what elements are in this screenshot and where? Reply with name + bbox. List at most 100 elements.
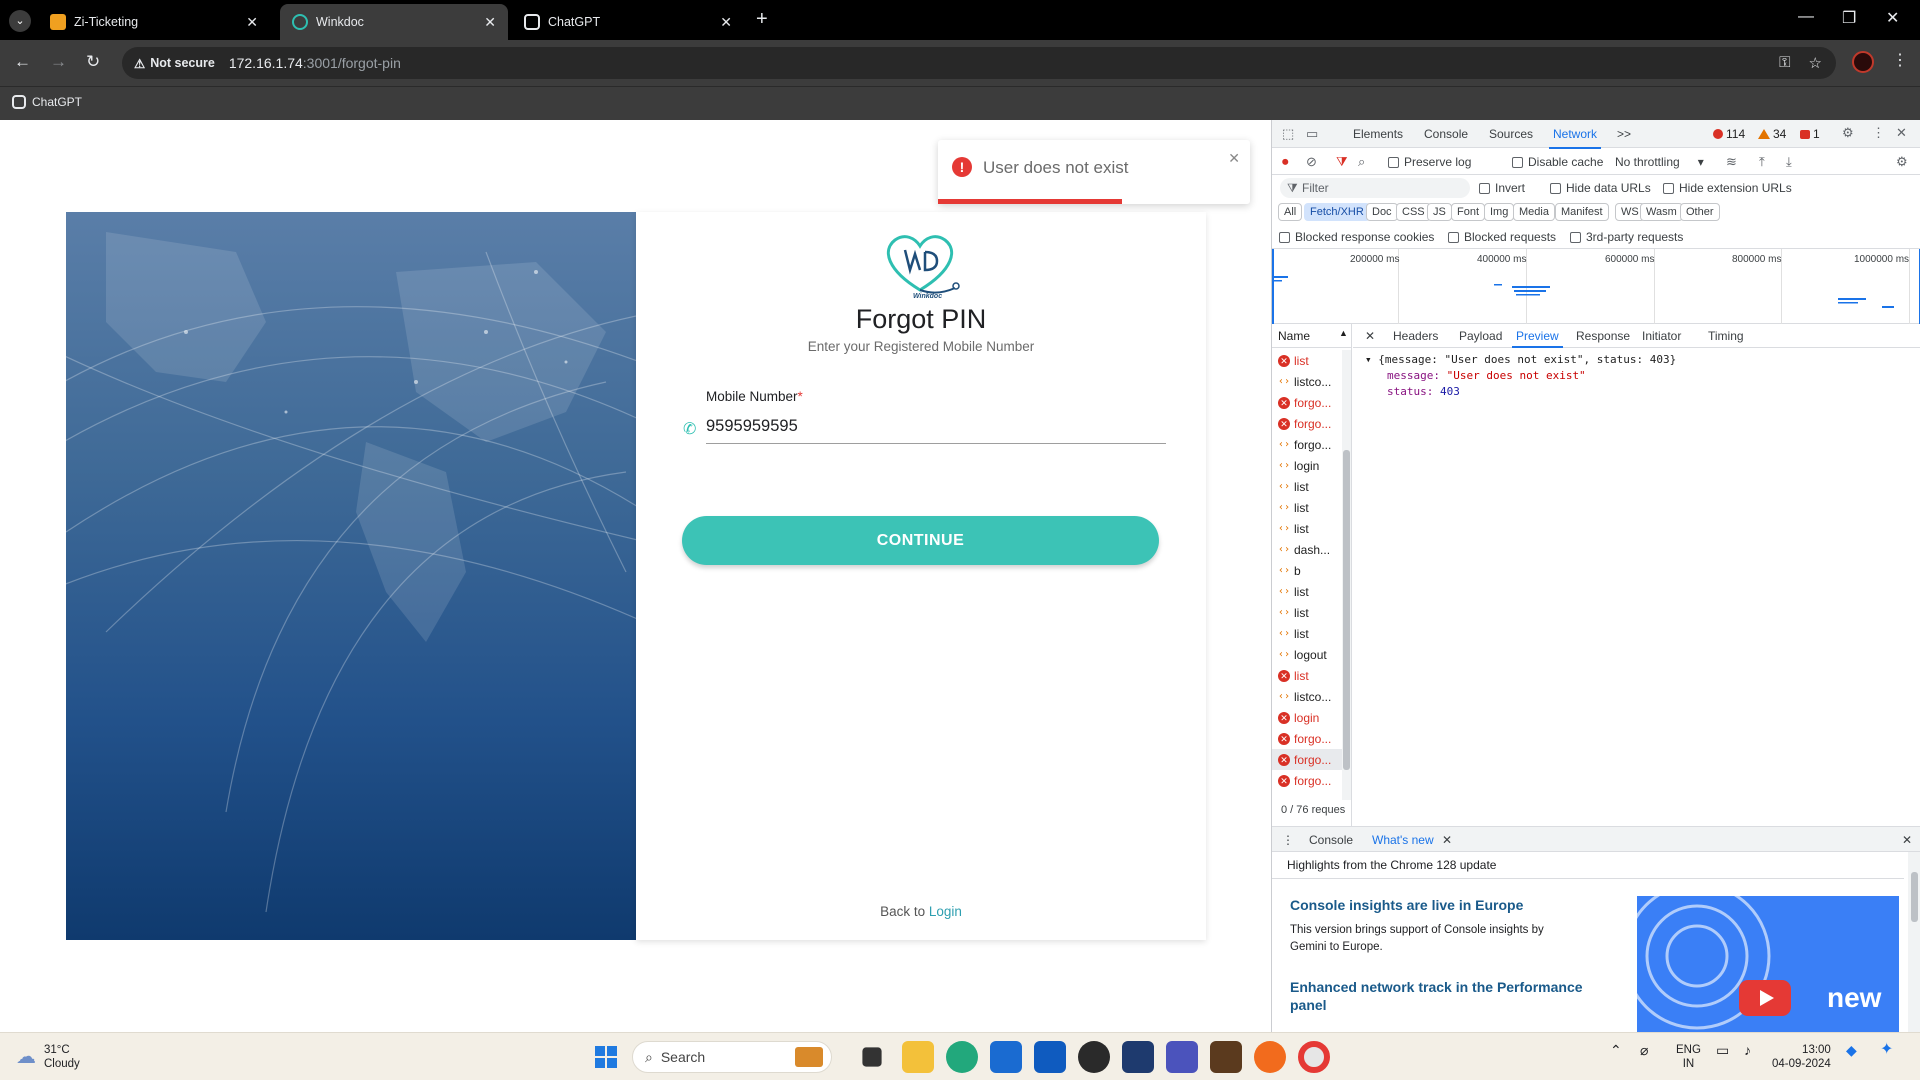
- import-har-icon[interactable]: ⤒: [1759, 154, 1765, 170]
- type-filter-font[interactable]: Font: [1451, 203, 1486, 221]
- close-detail-icon[interactable]: ✕: [1365, 329, 1375, 343]
- chrome-icon[interactable]: [1298, 1041, 1330, 1073]
- network-conditions-icon[interactable]: ≋: [1726, 154, 1737, 170]
- windows-start-icon[interactable]: [590, 1041, 622, 1073]
- detail-tab-initiator[interactable]: Initiator: [1642, 329, 1681, 343]
- request-row[interactable]: ✕ forgo...: [1272, 728, 1342, 749]
- request-row[interactable]: ✕ list: [1272, 665, 1342, 686]
- request-row[interactable]: ‹› forgo...: [1272, 434, 1342, 455]
- not-secure-indicator[interactable]: ⚠ Not secure: [134, 56, 215, 71]
- request-row[interactable]: ✕ forgo...: [1272, 749, 1342, 770]
- toast-close-icon[interactable]: ✕: [1228, 150, 1240, 167]
- show-hidden-icons[interactable]: ⌃: [1610, 1043, 1622, 1057]
- disable-cache-checkbox[interactable]: Disable cache: [1512, 155, 1603, 169]
- tab-elements[interactable]: Elements: [1353, 127, 1403, 141]
- weather-widget[interactable]: ☁ 31°C Cloudy: [16, 1043, 80, 1071]
- drawer-menu-icon[interactable]: ⋮: [1282, 833, 1294, 847]
- close-drawer-icon[interactable]: ✕: [1902, 833, 1912, 847]
- request-row[interactable]: ‹› listco...: [1272, 686, 1342, 707]
- inspect-element-icon[interactable]: ⬚: [1282, 126, 1294, 142]
- task-view-icon[interactable]: [862, 1047, 882, 1067]
- type-filter-doc[interactable]: Doc: [1366, 203, 1398, 221]
- network-settings-icon[interactable]: ⚙: [1896, 154, 1908, 170]
- clock[interactable]: 13:00 04-09-2024: [1772, 1043, 1831, 1071]
- request-row[interactable]: ‹› list: [1272, 623, 1342, 644]
- drawer-tab-console[interactable]: Console: [1309, 833, 1353, 847]
- search-icon[interactable]: ⌕: [1358, 154, 1365, 170]
- address-bar[interactable]: ⚠ Not secure 172.16.1.74:3001/forgot-pin…: [122, 47, 1836, 79]
- network-overview-timeline[interactable]: 200000 ms 400000 ms 600000 ms 800000 ms …: [1272, 249, 1920, 324]
- type-filter-manifest[interactable]: Manifest: [1555, 203, 1609, 221]
- teams-icon[interactable]: [1166, 1041, 1198, 1073]
- display-icon[interactable]: ▭: [1716, 1043, 1729, 1057]
- drawer-scrollbar[interactable]: [1908, 852, 1920, 1032]
- edge-browser-icon[interactable]: [946, 1041, 978, 1073]
- filter-input[interactable]: ⧩ Filter: [1280, 178, 1470, 198]
- detail-tab-headers[interactable]: Headers: [1393, 329, 1438, 343]
- request-row[interactable]: ‹› logout: [1272, 644, 1342, 665]
- request-row[interactable]: ‹› dash...: [1272, 539, 1342, 560]
- type-filter-other[interactable]: Other: [1680, 203, 1720, 221]
- detail-tab-payload[interactable]: Payload: [1459, 329, 1502, 343]
- detail-tab-timing[interactable]: Timing: [1708, 329, 1744, 343]
- tab-sources[interactable]: Sources: [1489, 127, 1533, 141]
- request-list-scrollbar[interactable]: [1342, 350, 1351, 800]
- store-icon[interactable]: [990, 1041, 1022, 1073]
- record-stop-icon[interactable]: ⏺: [1282, 154, 1289, 170]
- forward-arrow-icon[interactable]: →: [50, 52, 67, 72]
- type-filter-fetch-xhr[interactable]: Fetch/XHR: [1304, 203, 1370, 221]
- password-key-icon[interactable]: ⚿: [1779, 54, 1790, 72]
- request-row[interactable]: ‹› listco...: [1272, 371, 1342, 392]
- tab-zi-ticketing[interactable]: Zi-Ticketing ✕: [38, 4, 270, 40]
- request-row[interactable]: ‹› login: [1272, 455, 1342, 476]
- warning-count-badge[interactable]: 34: [1758, 127, 1786, 141]
- hide-extension-urls-checkbox[interactable]: Hide extension URLs: [1663, 181, 1792, 195]
- invert-checkbox[interactable]: Invert: [1479, 181, 1525, 195]
- request-row[interactable]: ✕ login: [1272, 707, 1342, 728]
- drawer-tab-whats-new[interactable]: What's new: [1372, 833, 1434, 847]
- tab-winkdoc[interactable]: Winkdoc ✕: [280, 4, 508, 40]
- tab-close-icon[interactable]: ✕: [246, 14, 258, 31]
- type-filter-js[interactable]: JS: [1427, 203, 1452, 221]
- whats-new-item-title[interactable]: Enhanced network track in the Performanc…: [1290, 978, 1600, 1014]
- back-arrow-icon[interactable]: ←: [14, 52, 31, 72]
- tab-close-icon[interactable]: ✕: [720, 14, 732, 31]
- clear-icon[interactable]: ⊘: [1306, 154, 1317, 170]
- hide-data-urls-checkbox[interactable]: Hide data URLs: [1550, 181, 1651, 195]
- outlook-icon[interactable]: [1034, 1041, 1066, 1073]
- copilot-icon[interactable]: ✦: [1880, 1042, 1893, 1058]
- close-devtools-icon[interactable]: ✕: [1896, 125, 1907, 141]
- close-whats-new-icon[interactable]: ✕: [1442, 833, 1452, 847]
- taskbar-search[interactable]: ⌕ Search: [632, 1041, 832, 1073]
- request-row[interactable]: ✕ forgo...: [1272, 413, 1342, 434]
- youtube-play-icon[interactable]: [1739, 980, 1791, 1016]
- scrollbar-thumb[interactable]: [1343, 450, 1350, 770]
- export-har-icon[interactable]: ⤓: [1786, 154, 1792, 170]
- mobile-number-input[interactable]: [706, 410, 1166, 444]
- network-icon[interactable]: ⌀: [1640, 1043, 1648, 1057]
- bookmark-chatgpt[interactable]: ChatGPT: [12, 95, 82, 109]
- volume-icon[interactable]: ♪: [1744, 1043, 1751, 1057]
- settings-gear-icon[interactable]: ⚙: [1842, 125, 1854, 141]
- request-row[interactable]: ✕ forgo...: [1272, 392, 1342, 413]
- blocked-requests-checkbox[interactable]: Blocked requests: [1448, 230, 1556, 244]
- device-toolbar-icon[interactable]: ▭: [1306, 126, 1318, 142]
- detail-tab-response[interactable]: Response: [1576, 329, 1630, 343]
- request-row[interactable]: ‹› list: [1272, 476, 1342, 497]
- more-tabs-icon[interactable]: >>: [1617, 127, 1631, 141]
- request-row[interactable]: ‹› list: [1272, 497, 1342, 518]
- continue-button[interactable]: CONTINUE: [682, 516, 1159, 565]
- whats-new-item-title[interactable]: Console insights are live in Europe: [1290, 897, 1523, 913]
- filter-funnel-icon[interactable]: ⧩: [1336, 154, 1348, 170]
- whats-new-video-thumbnail[interactable]: new: [1637, 896, 1899, 1032]
- issues-count-badge[interactable]: 1: [1800, 127, 1820, 141]
- reload-icon[interactable]: ↻: [86, 52, 100, 72]
- tab-chatgpt[interactable]: ChatGPT ✕: [512, 4, 744, 40]
- drawer-scrollbar-thumb[interactable]: [1911, 872, 1918, 922]
- request-row[interactable]: ‹› list: [1272, 581, 1342, 602]
- request-row[interactable]: ✕ list: [1272, 350, 1342, 371]
- minimize-icon[interactable]: —: [1798, 8, 1814, 26]
- profile-avatar[interactable]: [1852, 51, 1874, 73]
- hs-app-icon[interactable]: [1078, 1041, 1110, 1073]
- throttling-select[interactable]: No throttling ▾: [1615, 155, 1704, 169]
